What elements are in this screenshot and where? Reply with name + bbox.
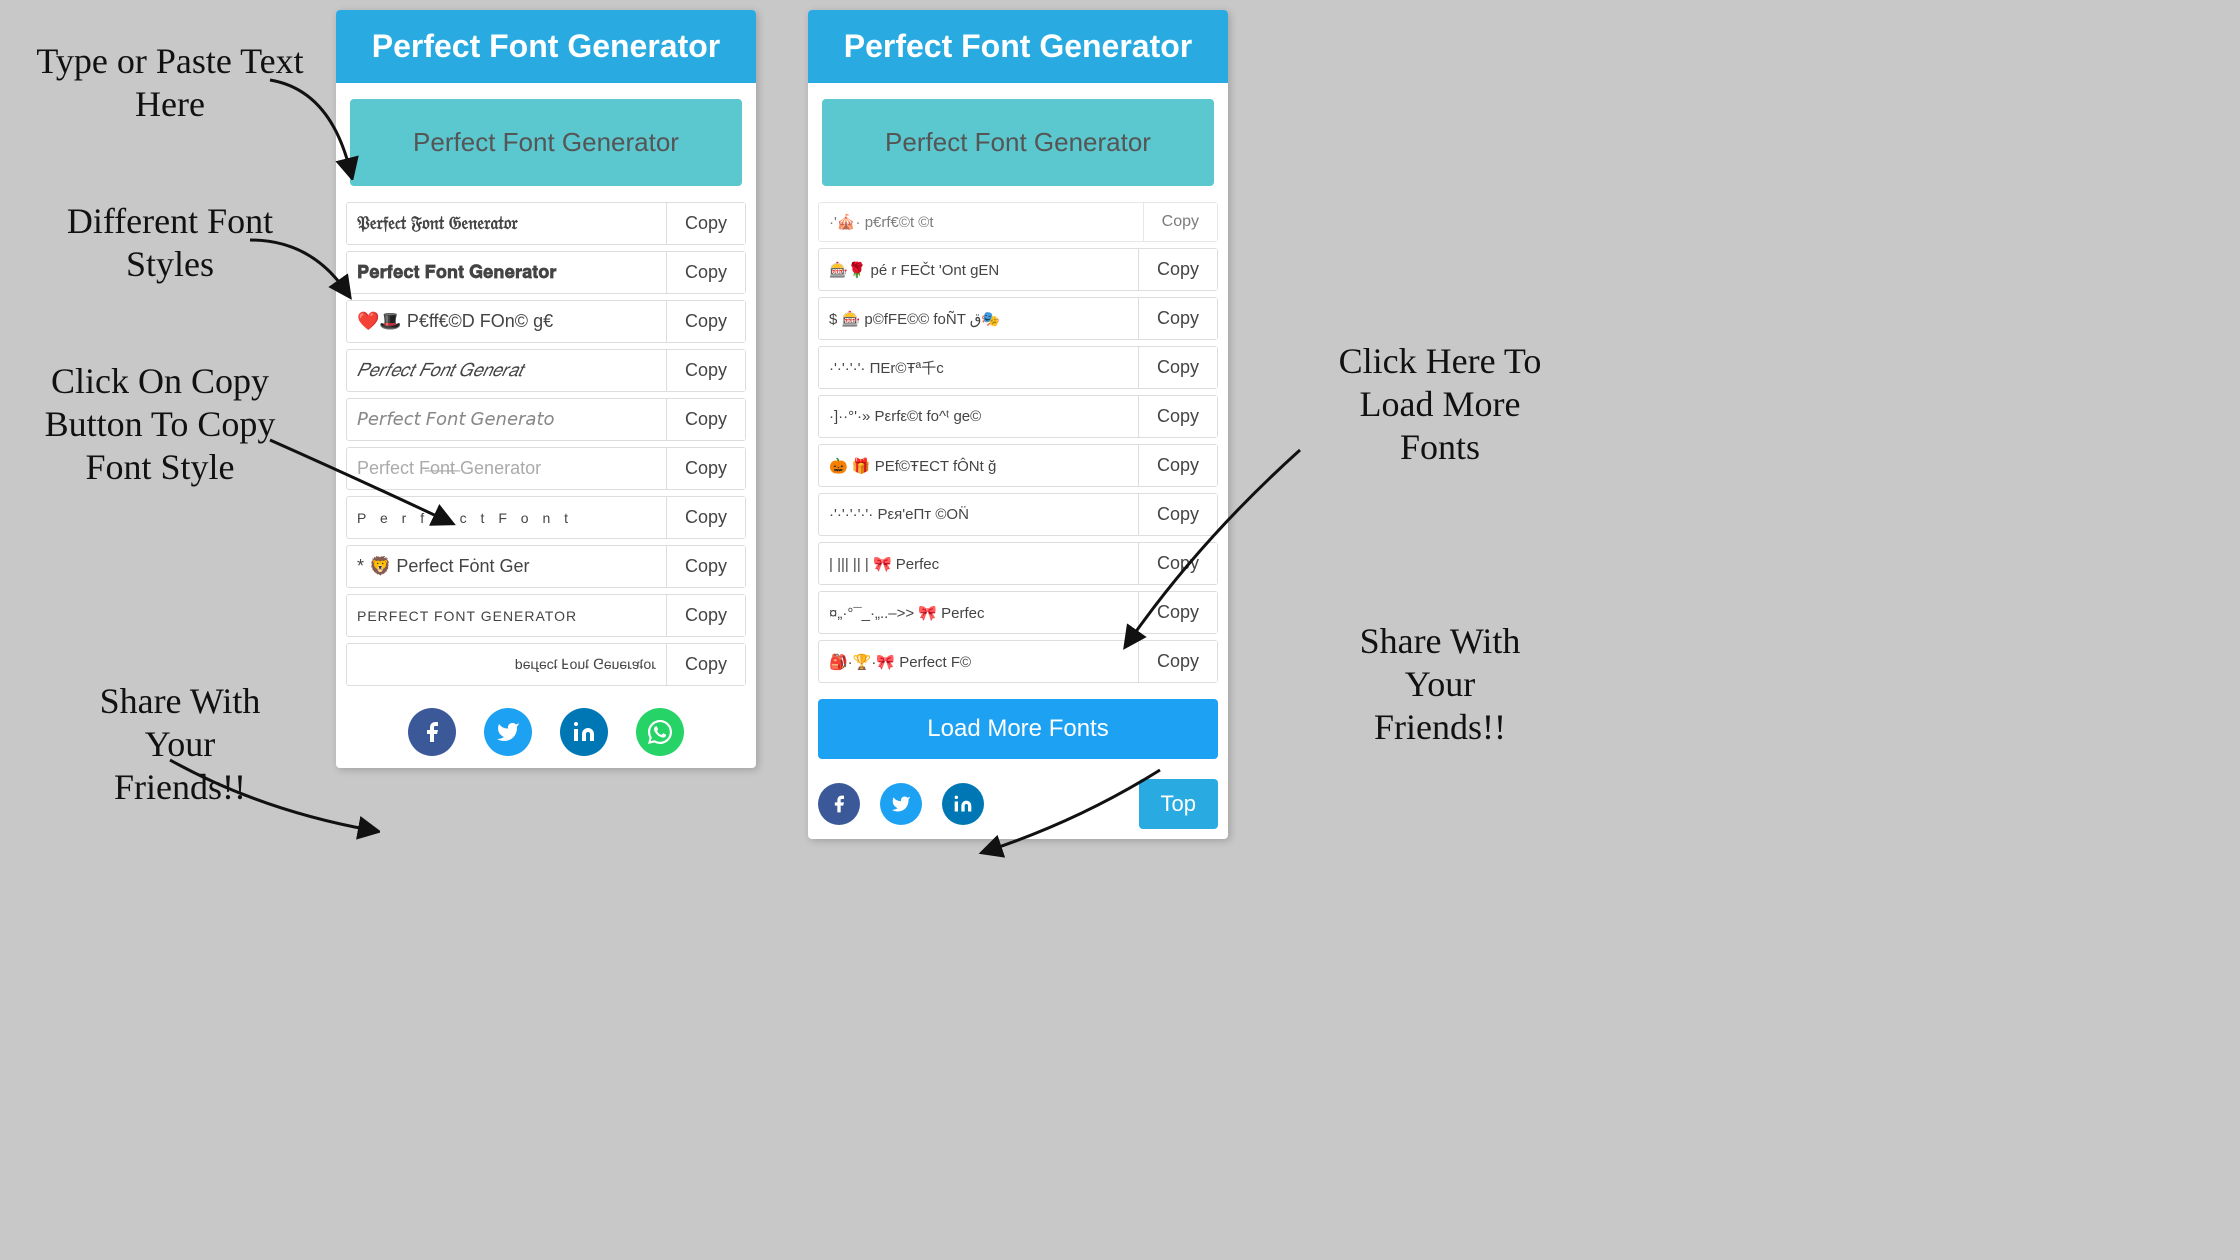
- font-row: ·'·'·'·'· ΠΕr©Ŧª千c Copy: [818, 346, 1218, 389]
- font-text: ❤️🎩 P€ff€©D FOn© g€: [347, 301, 666, 342]
- facebook-button-right[interactable]: [818, 783, 860, 825]
- linkedin-button[interactable]: [560, 708, 608, 756]
- font-text: ¤„·°¯_·„..–>> 🎀 Perfec: [819, 594, 1138, 632]
- copy-button[interactable]: Copy: [1143, 203, 1217, 241]
- copy-button[interactable]: Copy: [666, 644, 745, 685]
- copy-button[interactable]: Copy: [666, 203, 745, 244]
- font-text: ·]··°'·» Ρεrfε©t fo^ᵗ ge©: [819, 398, 1138, 435]
- font-row: 🎰🌹 pé r FEČt 'Ont gEN Copy: [818, 248, 1218, 291]
- twitter-button[interactable]: [484, 708, 532, 756]
- font-text: 𝑃𝑒𝑟𝑓𝑒𝑐𝑡 𝐹𝑜𝑛𝑡 𝐺𝑒𝑛𝑒𝑟𝑎𝑡: [347, 350, 666, 391]
- copy-button[interactable]: Copy: [666, 595, 745, 636]
- font-text: 🎰🌹 pé r FEČt 'Ont gEN: [819, 251, 1138, 289]
- left-panel: Perfect Font Generator Perfect Font Gene…: [336, 10, 756, 768]
- copy-button[interactable]: Copy: [666, 497, 745, 538]
- copy-button[interactable]: Copy: [666, 546, 745, 587]
- font-text: 🎃 🎁 ΡEf©ŦECT fÔNt ğ: [819, 447, 1138, 485]
- font-text: | ||| || | 🎀 Perfec: [819, 545, 1138, 583]
- arrow-click-copy: [260, 420, 460, 540]
- copy-button[interactable]: Copy: [666, 399, 745, 440]
- facebook-button[interactable]: [408, 708, 456, 756]
- arrow-type-paste: [250, 60, 370, 180]
- font-text: PERFECT FONT GENERATOR: [347, 598, 666, 634]
- font-row: ❤️🎩 P€ff€©D FOn© g€ Copy: [346, 300, 746, 343]
- font-row: 𝐏𝐞𝐫𝐟𝐞𝐜𝐭 𝐅𝐨𝐧𝐭 𝐆𝐞𝐧𝐞𝐫𝐚𝐭𝐨𝐫 Copy: [346, 251, 746, 294]
- social-bar-left: [336, 692, 756, 768]
- right-panel-header: Perfect Font Generator: [808, 10, 1228, 83]
- copy-button[interactable]: Copy: [666, 448, 745, 489]
- left-panel-header: Perfect Font Generator: [336, 10, 756, 83]
- font-row: ·]··°'·» Ρεrfε©t fo^ᵗ ge© Copy: [818, 395, 1218, 438]
- font-text: ·'·'·'·'·'· Ρεя'еΠт ©ON̈: [819, 496, 1138, 533]
- font-text: 𝐏𝐞𝐫𝐟𝐞𝐜𝐭 𝐅𝐨𝐧𝐭 𝐆𝐞𝐧𝐞𝐫𝐚𝐭𝐨𝐫: [347, 252, 666, 293]
- right-input-box[interactable]: Perfect Font Generator: [822, 99, 1214, 186]
- copy-button[interactable]: Copy: [666, 350, 745, 391]
- font-row: ɹoʇɐɹǝuǝ⅁ ʇuoℲ ʇɔǝɟɹǝd Copy: [346, 643, 746, 686]
- copy-button[interactable]: Copy: [666, 301, 745, 342]
- twitter-button-right[interactable]: [880, 783, 922, 825]
- arrow-load-more: [1100, 440, 1320, 660]
- font-text: 𝔓𝔢𝔯𝔣𝔢𝔠𝔱 𝔉𝔬𝔫𝔱 𝔊𝔢𝔫𝔢𝔯𝔞𝔱𝔬𝔯: [347, 203, 666, 244]
- arrow-share-right: [960, 750, 1180, 870]
- annotation-share-right: Share WithYourFriends!!: [1300, 620, 1580, 750]
- font-row: $ 🎰 p©fFE©© foÑT ق🎭 Copy: [818, 297, 1218, 340]
- right-panel: Perfect Font Generator Perfect Font Gene…: [808, 10, 1228, 839]
- copy-button[interactable]: Copy: [1138, 396, 1217, 437]
- font-row-partial: ·'🎪· p€rf€©t ©t Copy: [818, 202, 1218, 242]
- font-text: ·'🎪· p€rf€©t ©t: [819, 203, 1143, 241]
- font-text: * 🦁 Perfect Fȯnt Ger: [347, 546, 666, 587]
- annotation-click-load: Click Here ToLoad MoreFonts: [1280, 340, 1600, 470]
- font-text: $ 🎰 p©fFE©© foÑT ق🎭: [819, 300, 1138, 338]
- font-row: * 🦁 Perfect Fȯnt Ger Copy: [346, 545, 746, 588]
- font-text: ɹoʇɐɹǝuǝ⅁ ʇuoℲ ʇɔǝɟɹǝd: [347, 646, 666, 683]
- font-row: 𝔓𝔢𝔯𝔣𝔢𝔠𝔱 𝔉𝔬𝔫𝔱 𝔊𝔢𝔫𝔢𝔯𝔞𝔱𝔬𝔯 Copy: [346, 202, 746, 245]
- copy-button[interactable]: Copy: [1138, 347, 1217, 388]
- arrow-share-left: [160, 750, 380, 850]
- copy-button[interactable]: Copy: [1138, 298, 1217, 339]
- left-input-box[interactable]: Perfect Font Generator: [350, 99, 742, 186]
- arrow-different-fonts: [230, 230, 360, 310]
- whatsapp-button[interactable]: [636, 708, 684, 756]
- font-text: ·'·'·'·'· ΠΕr©Ŧª千c: [819, 347, 1138, 388]
- copy-button[interactable]: Copy: [666, 252, 745, 293]
- font-row: PERFECT FONT GENERATOR Copy: [346, 594, 746, 637]
- copy-button[interactable]: Copy: [1138, 249, 1217, 290]
- font-row: 𝑃𝑒𝑟𝑓𝑒𝑐𝑡 𝐹𝑜𝑛𝑡 𝐺𝑒𝑛𝑒𝑟𝑎𝑡 Copy: [346, 349, 746, 392]
- font-text: 🎒·🏆·🎀 Perfect F©: [819, 643, 1138, 681]
